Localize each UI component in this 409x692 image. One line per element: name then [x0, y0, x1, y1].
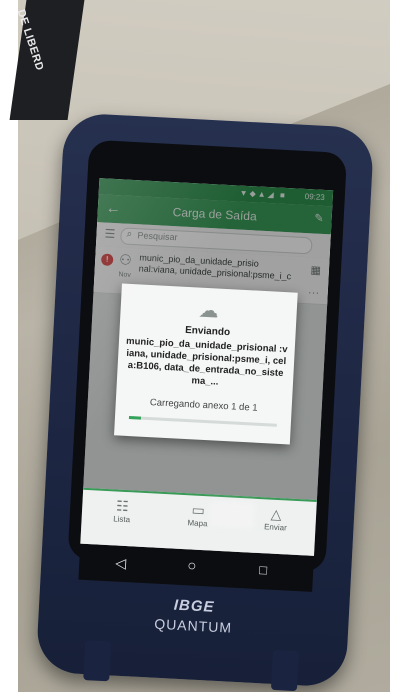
nav-lista-label: Lista: [112, 514, 131, 525]
progress-text: Carregando anexo 1 de 1: [149, 397, 258, 414]
progress-fill: [128, 416, 141, 420]
upload-dialog: ☁ Enviando munic_pio_da_unidade_prisiona…: [114, 283, 298, 445]
photo-scene: DE LIBERD ▼◆▲◢ ■ 09:23 ← Carga de Saída …: [0, 0, 409, 692]
nav-enviar-label: Enviar: [263, 522, 287, 533]
back-triangle-icon[interactable]: ◁: [115, 555, 127, 573]
list-icon: ☷: [115, 497, 130, 515]
send-icon: △: [270, 505, 282, 523]
phone-screen: ▼◆▲◢ ■ 09:23 ← Carga de Saída ✎ ☰ ⌕ Pesq…: [80, 178, 334, 556]
home-circle-icon[interactable]: ○: [187, 557, 197, 574]
nav-mapa-label: Mapa: [187, 518, 208, 529]
recents-square-icon[interactable]: □: [259, 562, 268, 577]
dialog-body: munic_pio_da_unidade_prisional :viana, u…: [125, 335, 288, 388]
case-clip-right: [270, 649, 299, 692]
phone: ▼◆▲◢ ■ 09:23 ← Carga de Saída ✎ ☰ ⌕ Pesq…: [35, 112, 375, 692]
case-clip-left: [83, 640, 112, 682]
nav-enviar[interactable]: △ Enviar: [245, 504, 306, 533]
nav-lista[interactable]: ☷ Lista: [91, 496, 152, 525]
blurred-area: [209, 500, 255, 529]
progress-bar: [128, 416, 277, 427]
